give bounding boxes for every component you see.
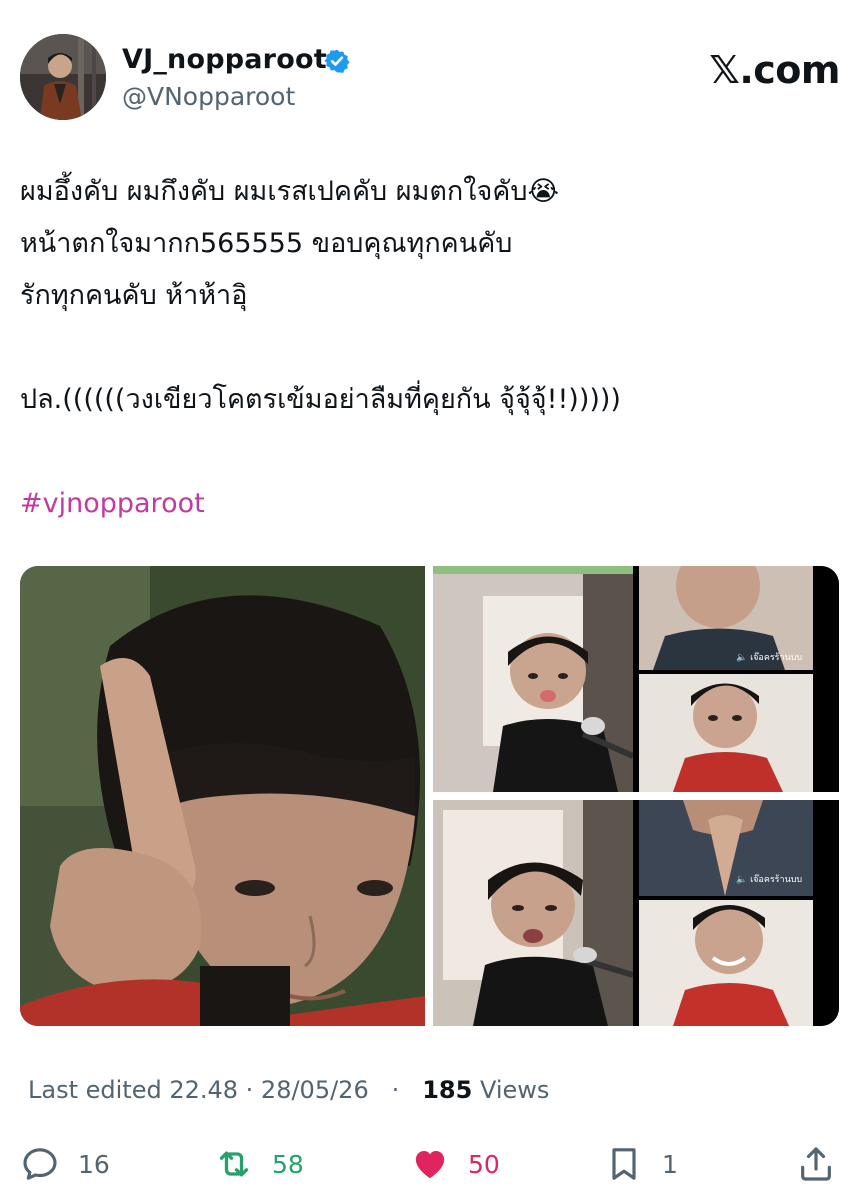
media-photo-video-call-1[interactable]: 🔈 เจ๊อครร้านบบ (433, 566, 839, 792)
edited-timestamp[interactable]: Last edited 22.48 · 28/05/26 (28, 1076, 369, 1104)
reply-button[interactable]: 16 (20, 1140, 110, 1188)
meta-separator: · (391, 1076, 400, 1104)
display-name[interactable]: VJ_nopparoot (122, 44, 327, 75)
tweet-line (20, 322, 840, 374)
hashtag-link[interactable]: #vjnopparoot (20, 478, 840, 530)
tweet-line (20, 426, 840, 478)
tweet-body: ผมอึ้งคับ ผมกึงคับ ผมเรสเปคคับ ผมตกใจคับ… (20, 166, 840, 530)
tweet-line: ปล.((((((วงเขียวโคตรเข้มอย่าลืมที่คุยกัน… (20, 384, 621, 415)
tweet-meta: Last edited 22.48 · 28/05/26 · 185 Views (28, 1076, 549, 1104)
bookmark-button[interactable]: 1 (604, 1140, 678, 1188)
media-photo-selfie[interactable] (20, 566, 425, 1026)
verified-badge-icon (324, 49, 350, 73)
like-count: 50 (468, 1149, 500, 1179)
pip-label: 🔈 เจ๊อครร้านบบ (736, 875, 803, 885)
like-button[interactable]: 50 (410, 1140, 500, 1188)
x-brand-logo: 𝕏.com (709, 48, 840, 92)
heart-icon (415, 1151, 445, 1179)
bookmark-count: 1 (662, 1149, 678, 1179)
media-grid: 🔈 เจ๊อครร้านบบ 🔈 เจ๊อครร้านบบ (20, 566, 839, 1026)
tweet-line: รักทุกคนคับ ห้าห้าอิุ (20, 280, 248, 311)
views-label: Views (479, 1076, 550, 1104)
avatar[interactable] (20, 34, 106, 120)
reply-count: 16 (78, 1149, 110, 1179)
tweet-line: หน้าตกใจมากก565555 ขอบคุณทุกคนคับ (20, 228, 513, 259)
tweet-line: ผมอึ้งคับ ผมกึงคับ ผมเรสเปคคับ ผมตกใจคับ… (20, 176, 560, 207)
pip-label: 🔈 เจ๊อครร้านบบ (736, 653, 803, 663)
bookmark-icon (612, 1148, 636, 1180)
views-count: 185 (422, 1076, 473, 1104)
repost-icon (219, 1151, 249, 1177)
reply-icon (23, 1148, 57, 1180)
avatar-image (20, 34, 106, 120)
user-handle[interactable]: @VNopparoot (122, 82, 295, 111)
share-icon (801, 1147, 831, 1181)
repost-button[interactable]: 58 (214, 1140, 304, 1188)
repost-count: 58 (272, 1149, 304, 1179)
tweet-header: VJ_nopparoot @VNopparoot 𝕏.com (20, 34, 840, 124)
media-photo-video-call-2[interactable]: 🔈 เจ๊อครร้านบบ (433, 800, 839, 1026)
action-bar: 16 58 50 1 (20, 1140, 840, 1188)
share-button[interactable] (796, 1140, 836, 1188)
